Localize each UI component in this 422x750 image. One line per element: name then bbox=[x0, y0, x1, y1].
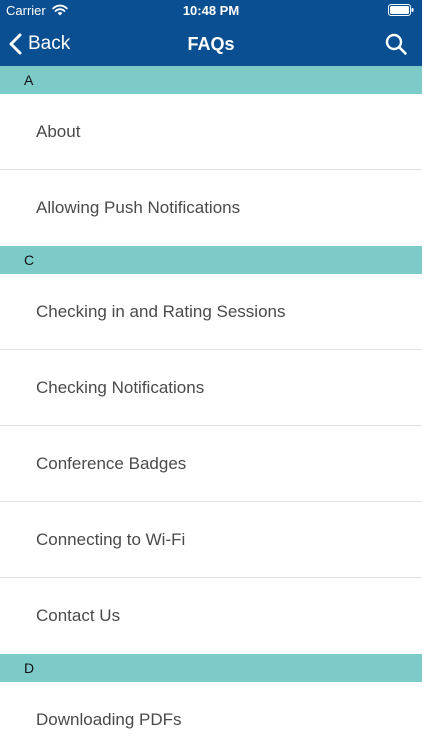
status-bar: Carrier 10:48 PM bbox=[0, 0, 422, 22]
faq-item-about[interactable]: About bbox=[0, 94, 422, 170]
faq-list[interactable]: A About Allowing Push Notifications C Ch… bbox=[0, 66, 422, 750]
status-time: 10:48 PM bbox=[182, 3, 240, 18]
faq-item-checking-notifications[interactable]: Checking Notifications bbox=[0, 350, 422, 426]
section-header-a: A bbox=[0, 66, 422, 94]
faq-item-conference-badges[interactable]: Conference Badges bbox=[0, 426, 422, 502]
faq-item-downloading-pdfs[interactable]: Downloading PDFs bbox=[0, 682, 422, 750]
faq-item-checking-in-and-rating-sessions[interactable]: Checking in and Rating Sessions bbox=[0, 274, 422, 350]
faq-item-connecting-to-wifi[interactable]: Connecting to Wi-Fi bbox=[0, 502, 422, 578]
faq-item-allowing-push-notifications[interactable]: Allowing Push Notifications bbox=[0, 170, 422, 246]
chevron-left-icon bbox=[9, 33, 22, 55]
search-icon[interactable] bbox=[384, 32, 408, 56]
back-label: Back bbox=[28, 33, 71, 54]
faq-item-contact-us[interactable]: Contact Us bbox=[0, 578, 422, 654]
section-header-d: D bbox=[0, 654, 422, 682]
header: Carrier 10:48 PM Back FAQs bbox=[0, 0, 422, 66]
back-button[interactable]: Back bbox=[8, 22, 70, 66]
battery-icon bbox=[388, 4, 414, 16]
section-header-c: C bbox=[0, 246, 422, 274]
nav-bar: Back FAQs bbox=[0, 22, 422, 66]
